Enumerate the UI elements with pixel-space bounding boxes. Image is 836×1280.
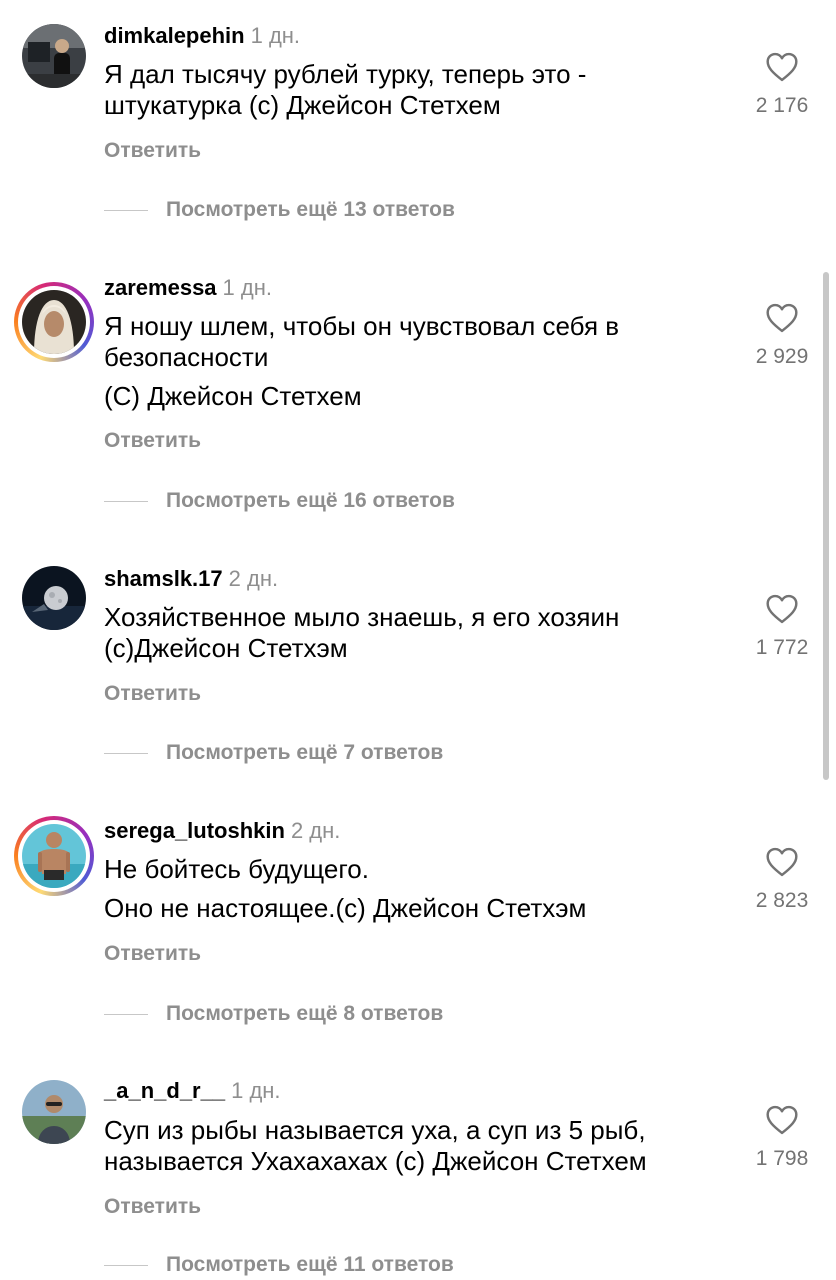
avatar[interactable] [22,24,86,88]
reply-button[interactable]: Ответить [104,139,201,163]
divider-line [104,500,148,502]
view-more-replies-button[interactable]: Посмотреть ещё 13 ответов [104,195,455,225]
scrollbar[interactable] [823,272,829,780]
reply-button[interactable]: Ответить [104,682,201,706]
like-count: 1 772 [755,636,809,659]
heart-outline-icon [740,52,824,82]
reply-button[interactable]: Ответить [104,429,201,453]
like-button[interactable]: 2 176 [740,52,824,118]
username[interactable]: dimkalepehin [104,23,245,48]
timestamp: 1 дн. [250,23,301,48]
like-count: 1 798 [755,1147,809,1170]
like-button[interactable]: 2 929 [740,303,824,369]
view-more-replies-button[interactable]: Посмотреть ещё 7 ответов [104,738,443,768]
timestamp: 1 дн. [222,275,272,300]
comment-text: Я дал тысячу рублей турку, теперь это - … [104,59,587,120]
timestamp: 2 дн. [290,818,341,843]
reply-button[interactable]: Ответить [104,942,201,966]
divider-line [104,1264,148,1266]
heart-outline-icon [740,303,824,333]
comment-text: Я ношу шлем, чтобы он чувствовал себя в … [104,311,620,411]
avatar[interactable] [22,566,86,630]
comment-text: Суп из рыбы называется уха, а суп из 5 р… [104,1115,647,1176]
like-button[interactable]: 1 772 [740,594,824,660]
divider-line [104,1013,148,1015]
like-button[interactable]: 1 798 [740,1105,824,1171]
username[interactable]: serega_lutoshkin [104,818,285,843]
heart-outline-icon [740,1105,824,1135]
username[interactable]: _a_n_d_r__ [104,1078,225,1103]
divider-line [104,209,148,211]
heart-outline-icon [740,847,824,877]
timestamp: 1 дн. [231,1078,281,1103]
avatar[interactable] [22,1080,86,1144]
heart-outline-icon [740,594,824,624]
like-button[interactable]: 2 823 [740,847,824,913]
avatar[interactable] [14,282,94,362]
view-more-replies-button[interactable]: Посмотреть ещё 16 ответов [104,486,455,516]
divider-line [104,752,148,754]
timestamp: 2 дн. [228,566,279,591]
username[interactable]: zaremessa [104,275,217,300]
like-count: 2 823 [755,889,809,912]
like-count: 2 929 [755,345,809,368]
comment-text: Не бойтесь будущего. Оно не настоящее.(с… [104,854,587,923]
like-count: 2 176 [755,94,809,117]
username[interactable]: shamslk.17 [104,566,223,591]
reply-button[interactable]: Ответить [104,1195,201,1219]
view-more-replies-button[interactable]: Посмотреть ещё 8 ответов [104,999,443,1029]
avatar[interactable] [14,816,94,896]
view-more-replies-button[interactable]: Посмотреть ещё 11 ответов [104,1250,454,1280]
comment-text: Хозяйственное мыло знаешь, я его хозяин … [104,602,620,663]
